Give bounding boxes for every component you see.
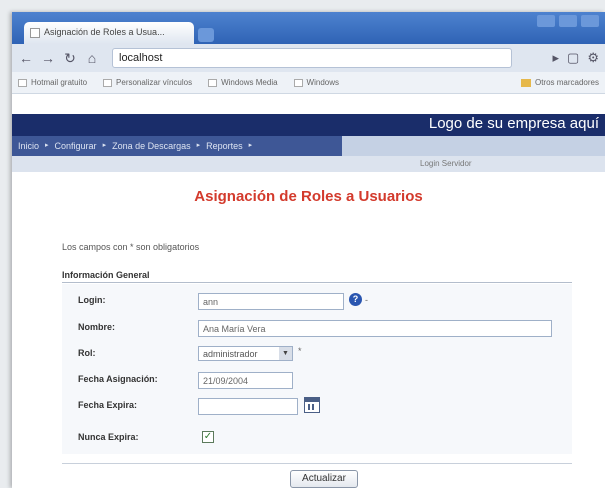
menu-arrow-icon: ▸ [196, 142, 201, 149]
bookmark-page-icon [293, 78, 303, 87]
calendar-icon[interactable] [304, 397, 320, 413]
bookmark-item[interactable]: Personalizar vínculos [103, 78, 192, 87]
required-fields-note: Los campos con * son obligatorios [62, 242, 200, 252]
required-mark: * [298, 346, 302, 356]
login-input[interactable]: ann [198, 293, 344, 310]
browser-toolbar: ← → ↻ ⌂ localhost ▸ ▢ ⚙ [12, 44, 605, 72]
new-tab-button[interactable] [198, 28, 214, 42]
window-controls [537, 15, 599, 27]
page-title: Asignación de Roles a Usuarios [194, 188, 423, 205]
user-label: Login Servidor [420, 159, 472, 168]
section-divider [62, 282, 572, 283]
browser-tab[interactable]: Asignación de Roles a Usua... [24, 22, 194, 44]
user-info-bar: Login Servidor [12, 156, 605, 172]
menu-arrow-icon: ▸ [45, 142, 49, 149]
bookmark-item[interactable]: Hotmail gratuito [18, 78, 87, 87]
chevron-down-icon: ▼ [279, 347, 292, 360]
bookmark-item[interactable]: Windows [293, 78, 339, 87]
fecha-asignacion-input[interactable]: 21/09/2004 [198, 372, 293, 389]
nunca-expira-label: Nunca Expira: [78, 432, 139, 442]
tab-strip: Asignación de Roles a Usua... [12, 12, 605, 44]
general-info-form: Login: ann ? - Nombre: Ana María Vera Ro… [62, 284, 572, 454]
menu-item-inicio[interactable]: Inicio [18, 141, 39, 151]
section-title: Información General [62, 270, 150, 280]
tab-title: Asignación de Roles a Usua... [44, 27, 165, 37]
maximize-button[interactable] [559, 15, 577, 27]
company-logo-banner: Logo de su empresa aquí [12, 114, 605, 136]
menu-bar: Inicio ▸ Configurar ▸ Zona de Descargas … [12, 136, 605, 156]
page-favicon-icon [30, 28, 40, 38]
help-icon[interactable]: ? [349, 293, 362, 306]
page-menu-icon[interactable]: ▢ [567, 50, 579, 66]
back-arrow-icon[interactable]: ← [18, 50, 34, 66]
logo-text: Logo de su empresa aquí [428, 115, 599, 132]
wrench-icon[interactable]: ⚙ [587, 50, 599, 66]
form-bottom-divider [62, 463, 572, 464]
main-menu: Inicio ▸ Configurar ▸ Zona de Descargas … [12, 136, 342, 156]
nombre-label: Nombre: [78, 322, 116, 332]
help-suffix: - [365, 295, 368, 305]
rol-label: Rol: [78, 348, 96, 358]
fecha-asignacion-label: Fecha Asignación: [78, 374, 158, 384]
folder-icon [520, 78, 531, 87]
bookmark-page-icon [103, 78, 113, 87]
browser-window: Asignación de Roles a Usua... ← → ↻ ⌂ lo… [12, 12, 605, 488]
play-icon[interactable]: ▸ [553, 50, 560, 66]
address-bar[interactable]: localhost [112, 48, 512, 68]
menu-arrow-icon: ▸ [248, 142, 253, 149]
fecha-expira-label: Fecha Expira: [78, 400, 138, 410]
menu-item-reportes[interactable]: Reportes [206, 141, 243, 151]
menu-item-descargas[interactable]: Zona de Descargas [112, 141, 191, 151]
fecha-expira-input[interactable] [198, 398, 298, 415]
login-label: Login: [78, 295, 106, 305]
bookmark-page-icon [18, 78, 27, 87]
nombre-input[interactable]: Ana María Vera [198, 320, 552, 337]
home-icon[interactable]: ⌂ [84, 50, 100, 66]
other-bookmarks[interactable]: Otros marcadores [520, 78, 599, 87]
menu-arrow-icon: ▸ [102, 142, 107, 149]
minimize-button[interactable] [537, 15, 555, 27]
bookmarks-bar: Hotmail gratuito Personalizar vínculos W… [12, 72, 605, 94]
forward-arrow-icon[interactable]: → [40, 50, 56, 66]
rol-select[interactable]: administrador ▼ [198, 346, 293, 361]
toolbar-right-controls: ▸ ▢ ⚙ [553, 50, 599, 66]
bookmark-item[interactable]: Windows Media [208, 78, 278, 87]
reload-icon[interactable]: ↻ [62, 50, 78, 66]
menu-item-configurar[interactable]: Configurar [55, 141, 97, 151]
address-text: localhost [119, 52, 163, 64]
close-window-button[interactable] [581, 15, 599, 27]
nunca-expira-checkbox[interactable]: ✓ [202, 431, 214, 443]
actualizar-button[interactable]: Actualizar [290, 470, 358, 488]
bookmark-page-icon [208, 78, 218, 87]
